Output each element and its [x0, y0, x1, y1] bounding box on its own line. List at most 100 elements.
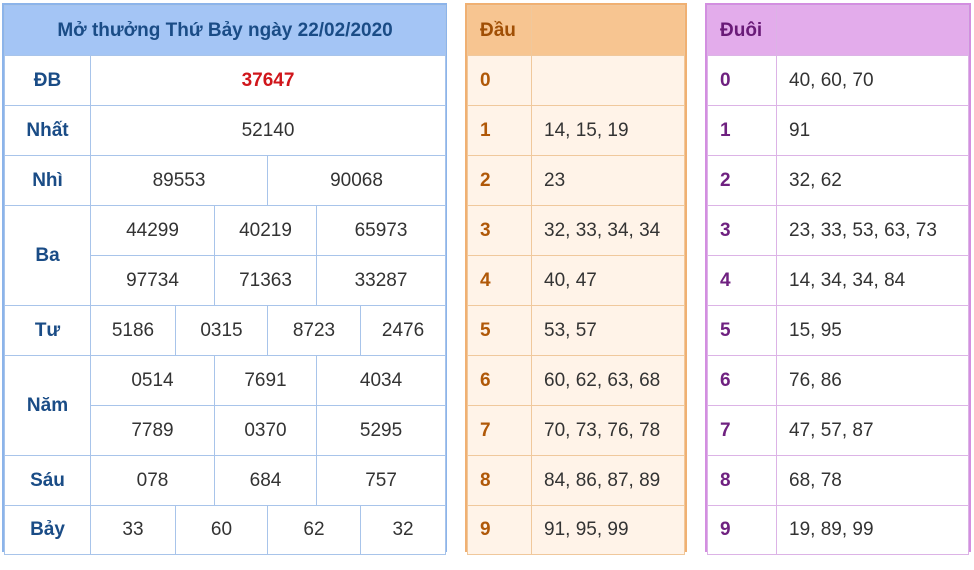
dau-digit: 6: [467, 355, 532, 406]
dau-row: 4 40, 47: [467, 255, 685, 306]
dau-row: 6 60, 62, 63, 68: [467, 355, 685, 406]
lottery-results-table: Mở thưởng Thứ Bảy ngày 22/02/2020 ĐB 376…: [2, 3, 447, 555]
special-prize-number: 37647: [89, 55, 447, 106]
dau-values: 70, 73, 76, 78: [531, 405, 685, 456]
prize-row-db: ĐB 37647: [4, 55, 447, 106]
prize-number: 4034: [315, 355, 447, 406]
dau-values: 32, 33, 34, 34: [531, 205, 685, 256]
duoi-digit: 2: [707, 155, 777, 206]
prize-row-nhat: Nhất 52140: [4, 105, 447, 156]
dau-values: 14, 15, 19: [531, 105, 685, 156]
dau-values: [531, 55, 685, 106]
dau-row: 9 91, 95, 99: [467, 505, 685, 555]
duoi-row: 9 19, 89, 99: [707, 505, 969, 555]
duoi-row: 0 40, 60, 70: [707, 55, 969, 106]
dau-digit: 3: [467, 205, 532, 256]
duoi-digit: 8: [707, 455, 777, 506]
duoi-header: Đuôi: [707, 5, 777, 56]
prize-number: 40219: [214, 205, 317, 256]
prize-number: 0370: [214, 405, 317, 456]
duoi-row: 8 68, 78: [707, 455, 969, 506]
prize-number: 7789: [90, 405, 215, 456]
prize-label-sau: Sáu: [4, 455, 91, 506]
dau-row: 3 32, 33, 34, 34: [467, 205, 685, 256]
duoi-row: 3 23, 33, 53, 63, 73: [707, 205, 969, 256]
results-title: Mở thưởng Thứ Bảy ngày 22/02/2020: [3, 5, 447, 56]
duoi-row: 5 15, 95: [707, 305, 969, 356]
prize-number: 90068: [266, 155, 447, 206]
dau-row: 2 23: [467, 155, 685, 206]
prize-label-ba: Ba: [4, 205, 91, 306]
prize-number: 7691: [214, 355, 317, 406]
prize-row-sau: Sáu 078 684 757: [4, 455, 447, 506]
dau-values: 60, 62, 63, 68: [531, 355, 685, 406]
duoi-values: 19, 89, 99: [776, 505, 969, 555]
dau-digit: 9: [467, 505, 532, 555]
prize-number: 33287: [315, 255, 447, 306]
prize-row-nhi: Nhì 89553 90068: [4, 155, 447, 206]
prize-number: 33: [90, 505, 176, 555]
prize-number: 89553: [90, 155, 268, 206]
duoi-row: 4 14, 34, 34, 84: [707, 255, 969, 306]
duoi-values: 47, 57, 87: [776, 405, 969, 456]
prize-number: 5186: [90, 305, 176, 356]
prize-label-nhat: Nhất: [4, 105, 91, 156]
duoi-digit: 6: [707, 355, 777, 406]
prize-row-ba: Ba 44299 40219 65973: [4, 205, 447, 306]
dau-digit: 7: [467, 405, 532, 456]
prize-number: 0315: [175, 305, 268, 356]
prize-number: 44299: [90, 205, 215, 256]
dau-digit: 4: [467, 255, 532, 306]
duoi-header-blank: [776, 5, 969, 56]
duoi-values: 32, 62: [776, 155, 969, 206]
prize-number: 65973: [315, 205, 447, 256]
dau-digit: 0: [467, 55, 532, 106]
duoi-header-row: Đuôi: [707, 5, 969, 56]
dau-table: Đầu 0 1 14, 15, 19 2 23 3 32, 33, 34, 34 44…: [465, 3, 687, 555]
dau-digit: 1: [467, 105, 532, 156]
dau-row: 8 84, 86, 87, 89: [467, 455, 685, 506]
duoi-values: 76, 86: [776, 355, 969, 406]
prize-label-db: ĐB: [4, 55, 91, 106]
prize-number: 52140: [89, 105, 447, 156]
prize-number: 684: [214, 455, 317, 506]
dau-header-row: Đầu: [467, 5, 685, 56]
dau-row: 7 70, 73, 76, 78: [467, 405, 685, 456]
prize-number: 2476: [359, 305, 447, 356]
prize-row-tu: Tư 5186 0315 8723 2476: [4, 305, 447, 356]
prize-label-bay: Bảy: [4, 505, 91, 555]
duoi-values: 68, 78: [776, 455, 969, 506]
duoi-digit: 0: [707, 55, 777, 106]
dau-values: 23: [531, 155, 685, 206]
duoi-row: 1 91: [707, 105, 969, 156]
dau-values: 84, 86, 87, 89: [531, 455, 685, 506]
duoi-row: 6 76, 86: [707, 355, 969, 406]
duoi-values: 23, 33, 53, 63, 73: [776, 205, 969, 256]
prize-row-bay: Bảy 33 60 62 32: [4, 505, 447, 555]
prize-number: 8723: [267, 305, 361, 356]
prize-number: 5295: [315, 405, 447, 456]
dau-row: 1 14, 15, 19: [467, 105, 685, 156]
duoi-values: 40, 60, 70: [776, 55, 969, 106]
dau-values: 91, 95, 99: [531, 505, 685, 555]
prize-label-nhi: Nhì: [4, 155, 91, 206]
prize-number: 60: [175, 505, 268, 555]
prize-number: 71363: [214, 255, 317, 306]
duoi-digit: 5: [707, 305, 777, 356]
duoi-row: 2 32, 62: [707, 155, 969, 206]
prize-label-nam: Năm: [4, 355, 91, 456]
prize-number: 757: [315, 455, 447, 506]
prize-number: 0514: [90, 355, 215, 406]
dau-values: 40, 47: [531, 255, 685, 306]
duoi-values: 91: [776, 105, 969, 156]
prize-number: 32: [359, 505, 447, 555]
duoi-digit: 7: [707, 405, 777, 456]
duoi-values: 14, 34, 34, 84: [776, 255, 969, 306]
prize-number: 078: [90, 455, 215, 506]
duoi-table: Đuôi 0 40, 60, 70 1 91 2 32, 62 3 23, 33, 53…: [705, 3, 971, 555]
dau-digit: 2: [467, 155, 532, 206]
prize-number: 62: [267, 505, 361, 555]
duoi-digit: 3: [707, 205, 777, 256]
duoi-digit: 4: [707, 255, 777, 306]
duoi-row: 7 47, 57, 87: [707, 405, 969, 456]
